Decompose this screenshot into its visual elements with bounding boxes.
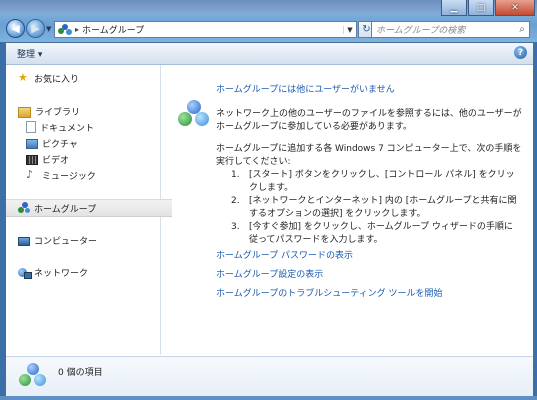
- close-button[interactable]: ✕: [495, 0, 535, 16]
- breadcrumb-separator[interactable]: ▸: [75, 25, 79, 34]
- network-icon: [18, 266, 32, 279]
- homegroup-status-icon: [19, 363, 47, 391]
- content-description: ネットワーク上の他のユーザーのファイルを参照するには、他のユーザーがホームグルー…: [216, 109, 522, 132]
- item-count: 0 個の項目: [58, 368, 103, 378]
- recent-pages-dropdown[interactable]: ▼: [46, 25, 51, 33]
- content-pane: ホームグループには他にユーザーがいません ネットワーク上の他のユーザーのファイル…: [161, 65, 533, 355]
- video-icon: [26, 155, 38, 165]
- content-instructions: ホームグループに追加する各 Windows 7 コンピューター上で、次の手順を実…: [216, 144, 522, 167]
- picture-icon: [26, 139, 38, 149]
- step-item: 1. [スタート] ボタンをクリックし、[コントロール パネル] をクリックしま…: [231, 169, 521, 195]
- window-controls: ▁ □ ✕: [441, 0, 535, 16]
- step-text: [ネットワークとインターネット] 内の [ホームグループと共有に関するオプション…: [249, 196, 517, 219]
- window-bottom-border: [0, 396, 537, 400]
- step-number: 3.: [231, 222, 240, 232]
- nav-music[interactable]: ♪ ミュージック: [6, 167, 180, 183]
- nav-computer[interactable]: コンピューター: [6, 232, 172, 248]
- step-text: [今すぐ参加] をクリックし、ホームグループ ウィザードの手順に従ってパスワード…: [249, 222, 513, 245]
- command-bar: 整理 ▾ ?: [6, 43, 533, 65]
- step-number: 2.: [231, 196, 240, 206]
- search-input[interactable]: ホームグループの検索: [372, 23, 515, 36]
- address-bar[interactable]: ▸ ホームグループ ▼: [54, 21, 357, 38]
- homegroup-large-icon: [178, 100, 210, 132]
- forward-button[interactable]: ▶: [26, 19, 45, 38]
- organize-button[interactable]: 整理 ▾: [17, 47, 42, 60]
- back-button[interactable]: ◀: [6, 19, 25, 38]
- nav-pictures-label: ピクチャ: [42, 139, 78, 150]
- nav-network[interactable]: ネットワーク: [6, 264, 172, 280]
- maximize-button[interactable]: □: [468, 0, 494, 16]
- nav-homegroup-label: ホームグループ: [34, 204, 97, 215]
- steps-list: 1. [スタート] ボタンをクリックし、[コントロール パネル] をクリックしま…: [231, 169, 521, 247]
- troubleshooter-link[interactable]: ホームグループのトラブルシューティング ツールを開始: [216, 286, 443, 299]
- explorer-window: 整理 ▾ ? ★ お気に入り ライブラリ ドキュメント ピクチャ ビデオ ♪ ミ…: [5, 42, 534, 398]
- step-number: 1.: [231, 170, 240, 180]
- nav-libraries[interactable]: ライブラリ: [6, 103, 172, 119]
- nav-network-label: ネットワーク: [34, 268, 89, 279]
- navigation-pane: ★ お気に入り ライブラリ ドキュメント ピクチャ ビデオ ♪ ミュージック ホ…: [6, 65, 172, 355]
- view-settings-link[interactable]: ホームグループ設定の表示: [216, 267, 323, 280]
- view-password-link[interactable]: ホームグループ パスワードの表示: [216, 248, 353, 261]
- nav-computer-label: コンピューター: [34, 236, 98, 247]
- homegroup-icon: [18, 202, 30, 214]
- nav-homegroup[interactable]: ホームグループ: [6, 199, 172, 217]
- nav-pictures[interactable]: ピクチャ: [6, 135, 180, 151]
- step-item: 2. [ネットワークとインターネット] 内の [ホームグループと共有に関するオプ…: [231, 195, 521, 221]
- nav-favorites-label: お気に入り: [34, 74, 80, 85]
- nav-music-label: ミュージック: [42, 171, 96, 182]
- music-icon: ♪: [26, 168, 34, 181]
- help-icon[interactable]: ?: [514, 46, 527, 59]
- nav-documents[interactable]: ドキュメント: [6, 119, 180, 135]
- nav-videos[interactable]: ビデオ: [6, 151, 180, 167]
- computer-icon: [18, 236, 30, 246]
- nav-libraries-label: ライブラリ: [35, 107, 81, 118]
- breadcrumb-homegroup[interactable]: ホームグループ: [82, 23, 144, 36]
- address-dropdown-icon[interactable]: ▼: [343, 25, 356, 34]
- library-icon: [18, 106, 31, 118]
- step-text: [スタート] ボタンをクリックし、[コントロール パネル] をクリックします。: [249, 170, 515, 193]
- search-box[interactable]: ホームグループの検索 ⌕: [371, 21, 530, 38]
- nav-documents-label: ドキュメント: [40, 123, 95, 134]
- content-heading: ホームグループには他にユーザーがいません: [216, 85, 395, 95]
- search-icon[interactable]: ⌕: [515, 24, 529, 35]
- step-item: 3. [今すぐ参加] をクリックし、ホームグループ ウィザードの手順に従ってパス…: [231, 221, 521, 247]
- window-frame: ▁ □ ✕ ◀ ▶ ▼ ▸ ホームグループ ▼ ↻ ホームグループの検索 ⌕: [0, 0, 537, 42]
- nav-videos-label: ビデオ: [42, 155, 70, 166]
- star-icon: ★: [18, 71, 28, 84]
- details-pane: 0 個の項目: [6, 356, 533, 398]
- homegroup-icon: [58, 23, 72, 36]
- minimize-button[interactable]: ▁: [441, 0, 467, 16]
- document-icon: [26, 121, 36, 133]
- nav-favorites[interactable]: ★ お気に入り: [6, 70, 172, 86]
